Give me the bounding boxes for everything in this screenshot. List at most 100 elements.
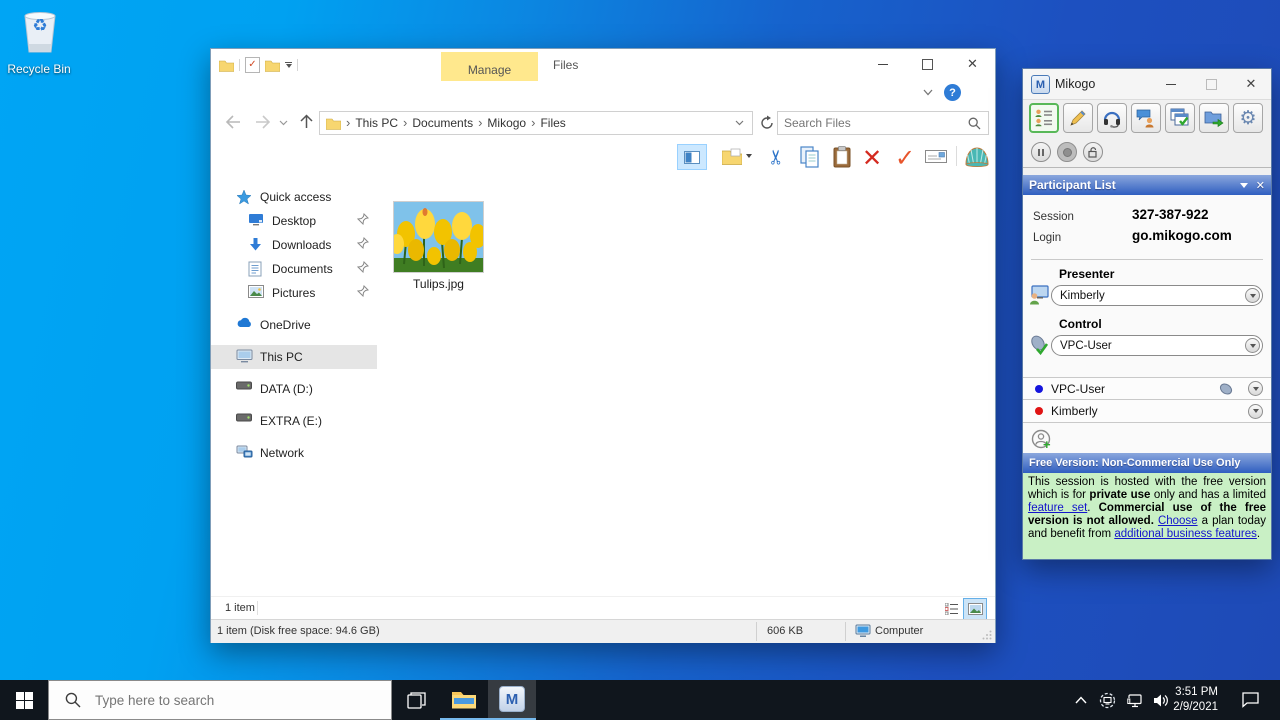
resize-grip[interactable] [982,630,992,640]
confirm-icon[interactable]: ✓ [891,144,919,172]
sidebar-item-pictures[interactable]: Pictures [211,281,377,305]
close-button[interactable]: ✕ [950,49,995,79]
mikogo-maximize-button[interactable] [1191,69,1231,99]
copy-icon[interactable] [797,144,823,170]
search-icon[interactable] [968,117,981,130]
notice-text-bold: private use [1089,489,1150,501]
sidebar-item-network[interactable]: Network [211,441,377,465]
control-combobox[interactable]: VPC-User [1051,335,1263,356]
whiteboard-pencil-button[interactable] [1063,103,1093,133]
mikogo-title: Mikogo [1055,77,1095,91]
mikogo-toolbar: ⚙ [1023,99,1271,139]
plus-icon: + [1043,437,1051,452]
forward-icon[interactable] [255,115,271,129]
pause-button[interactable] [1031,142,1051,162]
preview-pane-button[interactable] [677,144,707,170]
new-folder-button[interactable] [717,144,757,168]
sidebar-label: Quick access [260,190,331,204]
participant-list-button[interactable] [1029,103,1059,133]
file-tulips[interactable]: Tulips.jpg [393,201,484,291]
crumb-this-pc[interactable]: This PC [351,112,402,134]
qat-folder-icon[interactable] [219,59,234,72]
back-icon[interactable] [225,115,241,129]
file-transfer-button[interactable] [1199,103,1229,133]
participant-list-header[interactable]: Participant List ✕ [1023,175,1271,195]
address-bar[interactable]: › This PC › Documents › Mikogo › Files [319,111,753,135]
record-button[interactable] [1057,142,1077,162]
recent-locations-chevron[interactable] [279,120,288,126]
qat-customize-chevron[interactable] [285,62,292,68]
sidebar-item-onedrive[interactable]: OneDrive [211,313,377,337]
blue-status-dot [1035,385,1043,393]
sidebar-item-extra-drive[interactable]: EXTRA (E:) [211,409,377,433]
panel-collapse-chevron[interactable] [1240,183,1248,188]
panel-close-icon[interactable]: ✕ [1256,179,1265,192]
rename-icon[interactable] [923,144,949,168]
desktop-icon [248,213,264,229]
sidebar-item-quick-access[interactable]: Quick access [211,185,377,209]
taskbar-search-box[interactable] [48,680,392,720]
action-center-button[interactable] [1230,680,1270,720]
network-tray-icon[interactable] [1122,680,1148,720]
settings-gears-icon[interactable]: ⚙ [1233,103,1263,133]
address-dropdown-chevron[interactable] [735,120,744,126]
application-selection-button[interactable] [1165,103,1195,133]
downloads-icon [248,237,264,253]
voice-headset-button[interactable] [1097,103,1127,133]
qat-newfolder-icon[interactable] [265,59,280,72]
ribbon-collapse-chevron[interactable] [923,89,933,96]
new-folder-dropdown[interactable] [746,154,752,158]
tray-mikogo-session-icon[interactable] [1094,680,1120,720]
qat-properties-icon[interactable]: ✓ [245,57,260,73]
choose-plan-link[interactable]: Choose [1158,515,1198,527]
chat-button[interactable] [1131,103,1161,133]
sidebar-label: Desktop [272,214,316,228]
participant-dropdown-button[interactable] [1248,381,1263,396]
taskbar-explorer-button[interactable] [440,680,488,720]
participant-dropdown-button[interactable] [1248,404,1263,419]
participant-row-kimberly[interactable]: Kimberly [1023,400,1271,423]
taskbar-clock[interactable]: 3:51 PM 2/9/2021 [1166,685,1218,715]
taskbar-search-input[interactable] [93,692,391,709]
up-icon[interactable] [299,114,314,129]
crumb-mikogo[interactable]: Mikogo [483,112,530,134]
details-view-button[interactable] [943,600,961,617]
add-participant-button[interactable]: + [1031,429,1053,451]
crumb-documents[interactable]: Documents [408,112,477,134]
taskbar-mikogo-button[interactable]: M [488,680,536,720]
tray-overflow-chevron[interactable] [1068,680,1094,720]
items-bar-separator [257,601,258,615]
large-icons-view-button[interactable] [963,598,987,620]
mikogo-minimize-button[interactable] [1151,69,1191,99]
sidebar-item-desktop[interactable]: Desktop [211,209,377,233]
minimize-button[interactable] [860,49,905,79]
start-button[interactable] [0,680,48,720]
search-box[interactable] [777,111,989,135]
task-view-button[interactable] [392,680,440,720]
address-row: › This PC › Documents › Mikogo › Files [211,107,995,139]
control-dropdown-button[interactable] [1245,338,1260,353]
refresh-icon[interactable] [759,115,775,131]
mikogo-close-button[interactable]: ✕ [1231,69,1271,99]
quick-access-icon [236,189,252,205]
feature-set-link[interactable]: feature set [1028,502,1087,514]
business-features-link[interactable]: additional business features [1114,528,1257,540]
help-icon[interactable]: ? [944,84,961,101]
cut-icon[interactable]: ✂ [763,144,789,170]
session-lock-button[interactable] [1083,142,1103,162]
search-input[interactable] [778,116,968,130]
sidebar-item-downloads[interactable]: Downloads [211,233,377,257]
paste-icon[interactable] [829,144,855,170]
sidebar-item-this-pc[interactable]: This PC [211,345,377,369]
sidebar-item-documents[interactable]: Documents [211,257,377,281]
login-url[interactable]: go.mikogo.com [1132,228,1232,243]
delete-icon[interactable]: ✕ [857,144,887,172]
crumb-files[interactable]: Files [536,112,569,134]
shell-icon[interactable] [963,144,991,170]
presenter-dropdown-button[interactable] [1245,288,1260,303]
maximize-button[interactable] [905,49,950,79]
participant-row-vpc-user[interactable]: VPC-User [1023,377,1271,400]
sidebar-item-data-drive[interactable]: DATA (D:) [211,377,377,401]
contextual-tab-group[interactable]: Manage [441,52,538,81]
presenter-combobox[interactable]: Kimberly [1051,285,1263,306]
